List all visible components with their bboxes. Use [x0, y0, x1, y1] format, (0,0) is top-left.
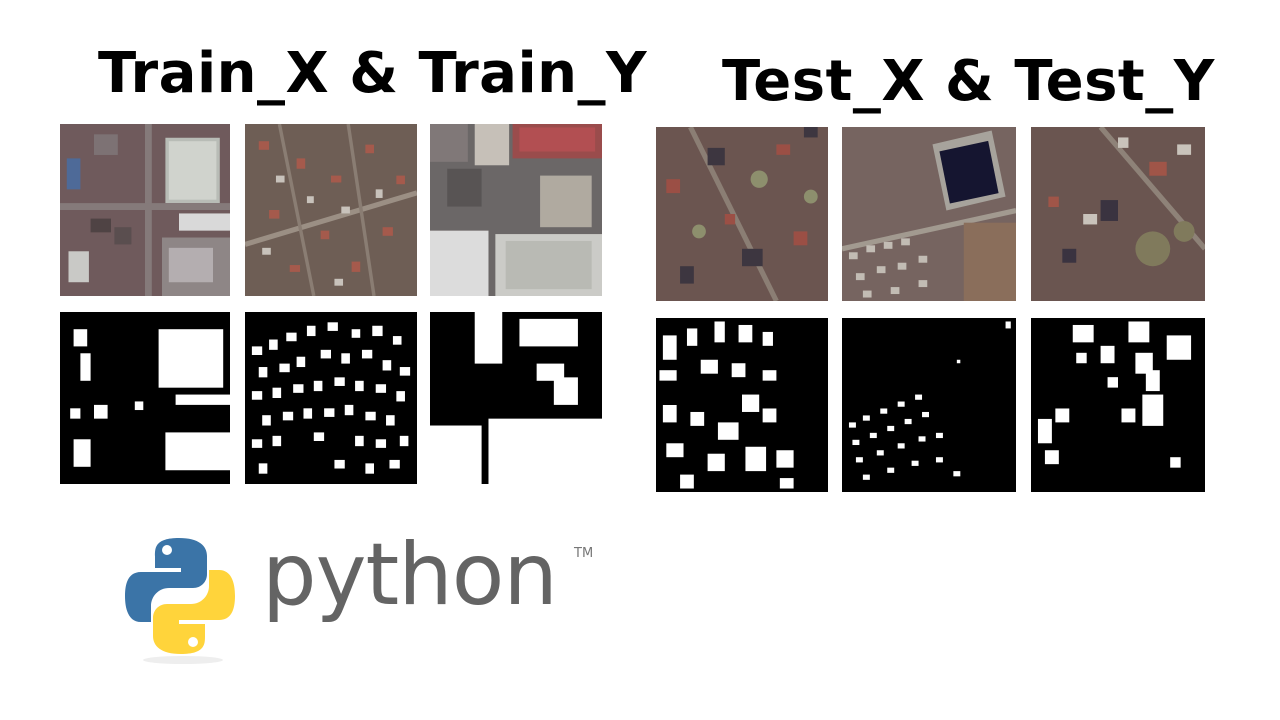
test-building-mask-3 [1031, 318, 1205, 492]
python-logo-icon [124, 536, 236, 666]
test-satellite-image-1 [656, 127, 828, 301]
test-satellite-image-3 [1031, 127, 1205, 301]
train-building-mask-2 [245, 312, 417, 484]
train-title: Train_X & Train_Y [98, 41, 648, 106]
train-satellite-image-1 [60, 124, 230, 296]
test-title: Test_X & Test_Y [722, 49, 1215, 114]
train-satellite-image-3 [430, 124, 602, 296]
train-building-mask-1 [60, 312, 230, 484]
train-building-mask-3 [430, 312, 602, 484]
trademark-symbol: TM [574, 546, 594, 561]
train-satellite-image-2 [245, 124, 417, 296]
test-building-mask-2 [842, 318, 1016, 492]
test-satellite-image-2 [842, 127, 1016, 301]
python-wordmark: python [262, 525, 558, 625]
test-building-mask-1 [656, 318, 828, 492]
